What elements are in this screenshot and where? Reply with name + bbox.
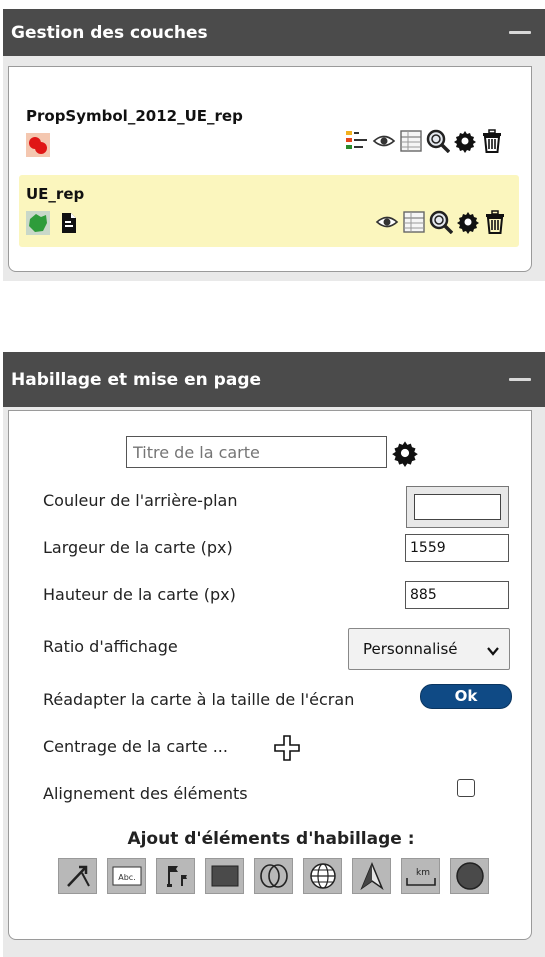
layer-name: UE_rep [26, 185, 85, 203]
alignment-checkbox[interactable] [457, 779, 475, 797]
gear-icon[interactable] [391, 439, 419, 467]
layout-panel-header[interactable]: Habillage et mise en page [3, 352, 545, 407]
ratio-select[interactable]: Personnalisé [348, 628, 510, 670]
layers-panel-title: Gestion des couches [11, 22, 208, 43]
layer-name: PropSymbol_2012_UE_rep [26, 107, 243, 125]
polygon-layer-icon [26, 211, 50, 235]
legend-icon[interactable] [345, 129, 369, 153]
proportional-symbol-icon [26, 133, 50, 157]
scale-unit: km [416, 868, 430, 878]
ratio-label: Ratio d'affichage [43, 637, 178, 656]
layer-item[interactable]: PropSymbol_2012_UE_rep [19, 97, 519, 167]
flags-icon[interactable] [156, 858, 195, 894]
width-input[interactable] [405, 534, 509, 562]
gear-icon[interactable] [453, 129, 477, 153]
layout-panel-title: Habillage et mise en page [11, 369, 262, 390]
layer-item[interactable]: UE_rep [19, 175, 519, 247]
background-color-picker[interactable] [406, 486, 509, 528]
fit-screen-label: Réadapter la carte à la taille de l'écra… [43, 690, 355, 709]
elements-toolbar: Abc. km [58, 858, 489, 894]
layout-panel-body: Couleur de l'arrière-plan Largeur de la … [8, 410, 532, 940]
text-sample: Abc. [118, 873, 136, 882]
fit-screen-ok-button[interactable]: Ok [420, 684, 512, 709]
layers-panel-header[interactable]: Gestion des couches [3, 9, 545, 56]
background-color-label: Couleur de l'arrière-plan [43, 491, 238, 510]
layers-panel-body: PropSymbol_2012_UE_rep UE_rep [8, 66, 532, 272]
north-arrow-icon[interactable] [352, 858, 391, 894]
color-swatch [414, 494, 501, 520]
circle-icon[interactable] [450, 858, 489, 894]
text-label-icon[interactable]: Abc. [107, 858, 146, 894]
zoom-icon[interactable] [426, 129, 450, 153]
gear-icon[interactable] [456, 210, 480, 234]
graticule-icon[interactable] [303, 858, 342, 894]
crosshair-icon[interactable] [274, 735, 300, 761]
ellipse-icon[interactable] [254, 858, 293, 894]
width-label: Largeur de la carte (px) [43, 538, 233, 557]
alignment-label: Alignement des éléments [43, 784, 248, 803]
table-icon[interactable] [399, 129, 423, 153]
collapse-icon[interactable] [509, 30, 531, 34]
elements-section-title: Ajout d'éléments d'habillage : [127, 829, 415, 849]
rectangle-icon[interactable] [205, 858, 244, 894]
chevron-down-icon [487, 643, 499, 661]
scale-bar-icon[interactable]: km [401, 858, 440, 894]
document-icon[interactable] [57, 211, 81, 235]
height-label: Hauteur de la carte (px) [43, 585, 236, 604]
table-icon[interactable] [402, 210, 426, 234]
collapse-icon[interactable] [509, 377, 531, 381]
map-title-input[interactable] [126, 436, 387, 468]
zoom-icon[interactable] [429, 210, 453, 234]
eye-icon[interactable] [372, 129, 396, 153]
height-input[interactable] [405, 581, 509, 609]
ratio-selected-value: Personnalisé [363, 640, 458, 658]
trash-icon[interactable] [480, 129, 504, 153]
center-map-label: Centrage de la carte ... [43, 737, 228, 756]
eye-icon[interactable] [375, 210, 399, 234]
trash-icon[interactable] [483, 210, 507, 234]
arrow-line-icon[interactable] [58, 858, 97, 894]
